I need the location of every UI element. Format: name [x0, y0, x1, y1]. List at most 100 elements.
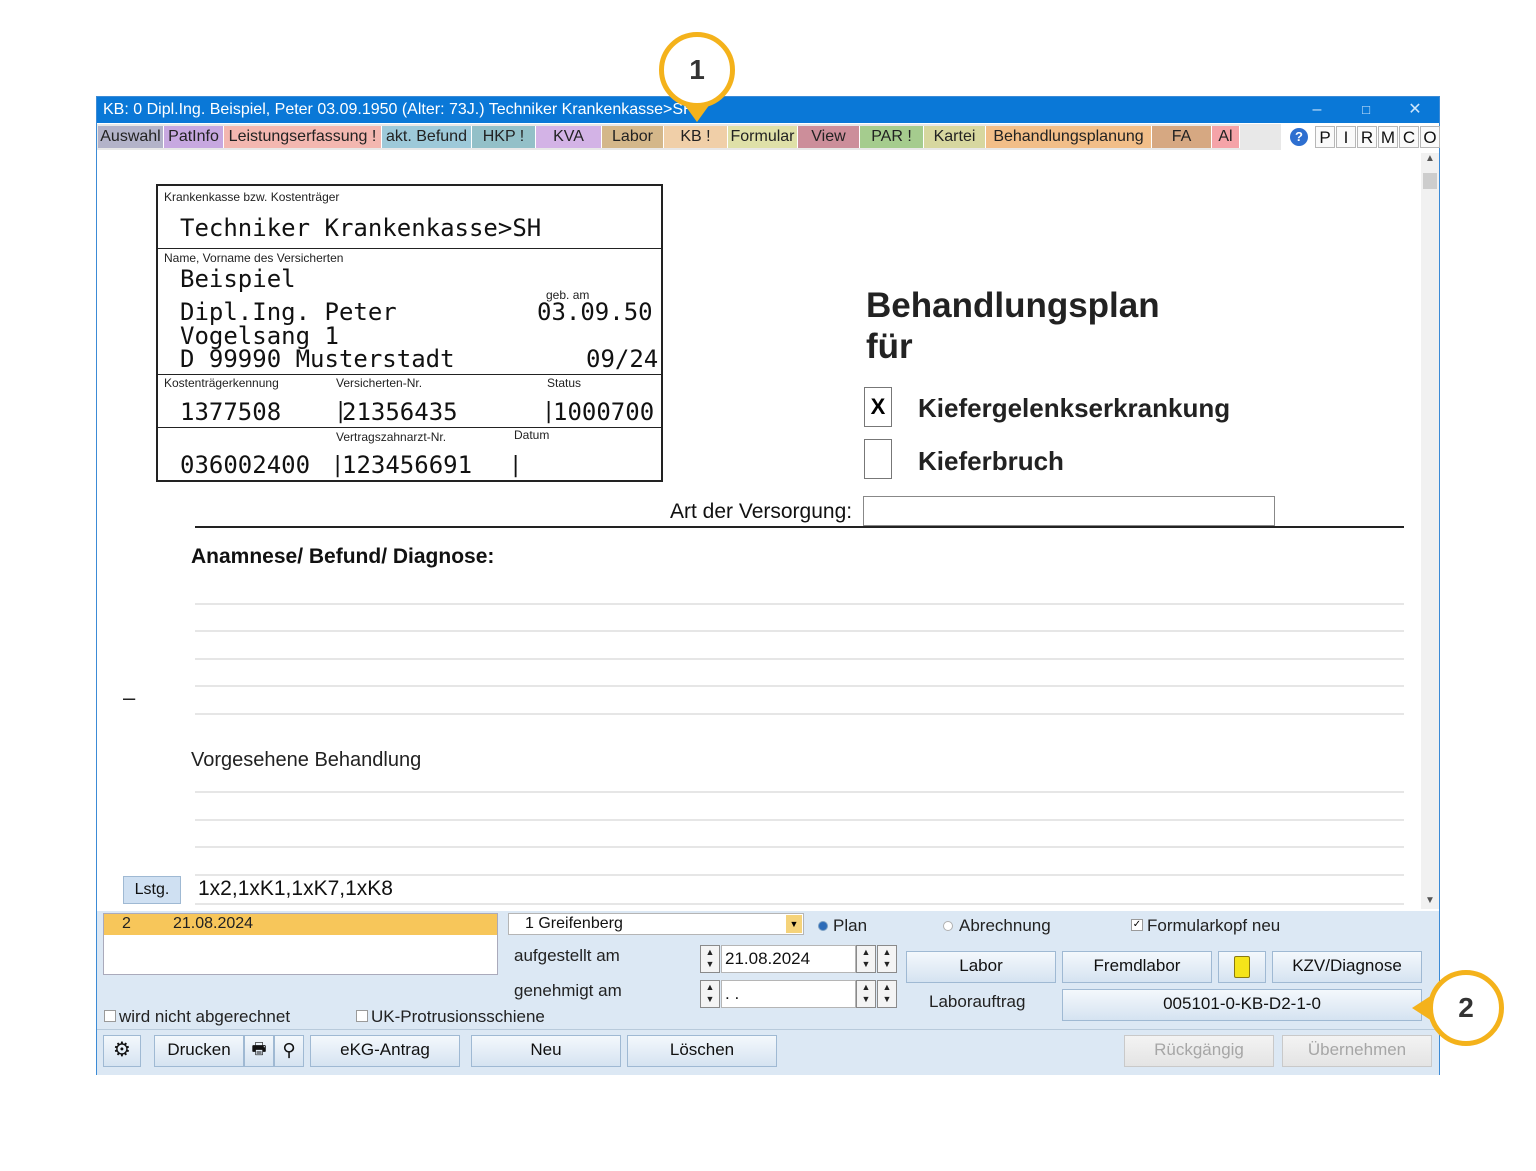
clipboard-icon: [1234, 956, 1250, 978]
tab-c[interactable]: C: [1399, 126, 1419, 148]
tab-leistungserfassung[interactable]: Leistungserfassung !: [224, 126, 382, 148]
divider: [158, 427, 661, 428]
kiefergelenk-checkbox[interactable]: X: [864, 387, 892, 427]
vz-label: Vertragszahnarzt-Nr.: [336, 430, 447, 444]
anamnese-line: [195, 685, 1404, 687]
callout-1-pointer: [684, 104, 710, 122]
behandlung-line: [195, 874, 1404, 876]
aufgestellt-spinner-month[interactable]: ▲ ▼: [877, 945, 897, 973]
close-button[interactable]: ✕: [1392, 97, 1438, 123]
minimize-button[interactable]: –: [1294, 97, 1340, 123]
uk-checkbox[interactable]: [356, 1010, 368, 1022]
status-label: Status: [547, 376, 582, 390]
separator: |: [509, 453, 523, 478]
kasse-value: Techniker Krankenkasse>SH: [180, 214, 542, 242]
loeschen-button[interactable]: Löschen: [627, 1035, 777, 1067]
vz-value: 123456691: [342, 451, 473, 479]
kiefergelenk-label: Kiefergelenkserkrankung: [918, 393, 1231, 423]
tab-fa[interactable]: FA: [1152, 126, 1212, 148]
tab-behandlungsplanung[interactable]: Behandlungsplanung: [986, 126, 1152, 148]
tab-formular[interactable]: Formular: [728, 126, 798, 148]
lstg-button[interactable]: Lstg.: [123, 876, 181, 904]
kzv-diagnose-button[interactable]: KZV/Diagnose: [1272, 951, 1422, 983]
plan-list-row-selected[interactable]: 2 21.08.2024: [104, 914, 497, 935]
clipboard-button[interactable]: [1218, 951, 1266, 983]
anamnese-line: [195, 658, 1404, 660]
divider: [158, 374, 661, 375]
neu-button[interactable]: Neu: [471, 1035, 621, 1067]
versorgung-input[interactable]: [863, 496, 1275, 526]
behandlung-line: [195, 791, 1404, 793]
aufgestellt-field[interactable]: 21.08.2024: [721, 945, 856, 973]
bottom-panel: 2 21.08.2024 1 Greifenberg ▼ Plan Abrech…: [97, 911, 1439, 1075]
tab-p[interactable]: P: [1315, 126, 1335, 148]
title-bar: KB: 0 Dipl.Ing. Beispiel, Peter 03.09.19…: [97, 97, 1439, 123]
callout-1: 1: [659, 32, 735, 108]
genehmigt-spinner-left[interactable]: ▲ ▼: [700, 980, 720, 1008]
tab-akt-befund[interactable]: akt. Befund: [382, 126, 472, 148]
tab-kva[interactable]: KVA: [536, 126, 602, 148]
kieferbruch-checkbox[interactable]: [864, 439, 892, 479]
maximize-button[interactable]: □: [1343, 97, 1389, 123]
vorgesehen-heading: Vorgesehene Behandlung: [191, 749, 422, 771]
nicht-abgerechnet-label: wird nicht abgerechnet: [119, 1007, 291, 1026]
name-label: Name, Vorname des Versicherten: [164, 251, 344, 265]
tab-view[interactable]: View: [798, 126, 860, 148]
module-tab-strip: Auswahl PatInfo Leistungserfassung ! akt. B…: [97, 124, 1281, 150]
abrechnung-radio[interactable]: [943, 921, 953, 931]
plan-list[interactable]: 2 21.08.2024: [103, 913, 498, 975]
vertical-scrollbar[interactable]: ▲ ▼: [1421, 153, 1439, 909]
ekg-antrag-button[interactable]: eKG-Antrag: [310, 1035, 460, 1067]
uk-label: UK-Protrusionsschiene: [371, 1007, 545, 1026]
anamnese-line: [195, 603, 1404, 605]
dash-marker: –: [123, 685, 136, 710]
nicht-abgerechnet-checkbox[interactable]: [104, 1010, 116, 1022]
genehmigt-spinner-day[interactable]: ▲ ▼: [856, 980, 876, 1008]
chevron-down-icon[interactable]: ▼: [786, 915, 802, 933]
help-icon[interactable]: ?: [1290, 128, 1308, 146]
aufgestellt-label: aufgestellt am: [514, 946, 620, 965]
laborauftrag-button[interactable]: 005101-0-KB-D2-1-0: [1062, 989, 1422, 1021]
kb-window: KB: 0 Dipl.Ing. Beispiel, Peter 03.09.19…: [96, 96, 1440, 1075]
practitioner-select[interactable]: 1 Greifenberg: [508, 913, 804, 935]
genehmigt-spinner-month[interactable]: ▲ ▼: [877, 980, 897, 1008]
drucken-button[interactable]: Drucken: [154, 1035, 244, 1067]
callout-2: 2: [1428, 970, 1504, 1046]
formularkopf-checkbox[interactable]: ✓: [1131, 919, 1143, 931]
tab-kb[interactable]: KB !: [664, 126, 728, 148]
abrechnung-label: Abrechnung: [959, 916, 1051, 935]
rueckgaengig-button[interactable]: Rückgängig: [1124, 1035, 1274, 1067]
tab-m[interactable]: M: [1378, 126, 1398, 148]
divider: [195, 526, 1404, 528]
settings-button[interactable]: ⚙: [103, 1035, 141, 1067]
row-nr: 2: [122, 915, 131, 932]
dob-value: 03.09.50: [537, 298, 653, 326]
preview-button[interactable]: ⚲: [274, 1035, 304, 1067]
tab-o[interactable]: O: [1420, 126, 1440, 148]
scrollbar-thumb[interactable]: [1423, 173, 1437, 189]
kt-label: Kostenträgerkennung: [164, 376, 279, 390]
divider: [97, 1029, 1439, 1030]
tab-hkp[interactable]: HKP !: [472, 126, 536, 148]
tab-par[interactable]: PAR !: [860, 126, 924, 148]
plan-radio[interactable]: [818, 921, 828, 931]
tab-labor[interactable]: Labor: [602, 126, 664, 148]
tab-kartei[interactable]: Kartei: [924, 126, 986, 148]
tab-al[interactable]: Al: [1212, 126, 1240, 148]
scroll-up-icon[interactable]: ▲: [1425, 153, 1435, 164]
tab-i[interactable]: I: [1336, 126, 1356, 148]
lstg-value: 1x2,1xK1,1xK7,1xK8: [198, 877, 393, 900]
aufgestellt-spinner-left[interactable]: ▲ ▼: [700, 945, 720, 973]
fremdlabor-button[interactable]: Fremdlabor: [1062, 951, 1212, 983]
tab-auswahl[interactable]: Auswahl: [98, 126, 164, 148]
scroll-down-icon[interactable]: ▼: [1425, 895, 1435, 906]
tab-r[interactable]: R: [1357, 126, 1377, 148]
versorgung-label: Art der Versorgung:: [670, 500, 853, 523]
tab-patinfo[interactable]: PatInfo: [164, 126, 224, 148]
uebernehmen-button[interactable]: Übernehmen: [1282, 1035, 1432, 1067]
genehmigt-field[interactable]: . .: [721, 980, 856, 1008]
printer-button[interactable]: 🖶: [244, 1035, 274, 1067]
labor-button[interactable]: Labor: [906, 951, 1056, 983]
aufgestellt-spinner-day[interactable]: ▲ ▼: [856, 945, 876, 973]
behandlung-line: [195, 846, 1404, 848]
